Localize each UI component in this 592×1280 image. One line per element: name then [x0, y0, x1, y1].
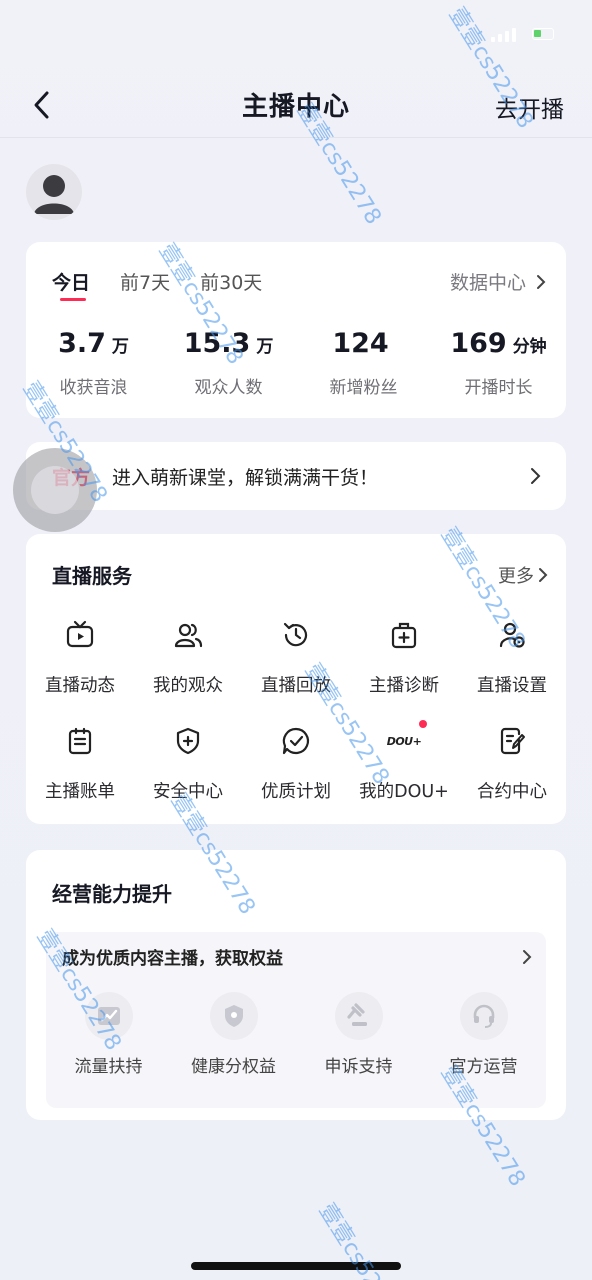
metric-sound-waves[interactable]: 3.7 万 收获音浪	[26, 328, 161, 398]
panel-subtitle: 成为优质内容主播，获取权益	[62, 949, 283, 969]
bill-icon	[68, 727, 92, 755]
data-center-label: 数据中心	[449, 272, 526, 294]
metric-new-fans[interactable]: 124 新增粉丝	[296, 328, 431, 398]
metric-label: 观众人数	[194, 378, 263, 398]
service-label: 主播诊断	[369, 676, 439, 696]
check-chat-icon	[282, 727, 310, 755]
perk-label: 申诉支持	[324, 1057, 393, 1077]
tab-today[interactable]: 今日	[52, 268, 90, 301]
service-contract-center[interactable]: 合约中心	[458, 724, 566, 830]
metric-unit: 万	[256, 337, 274, 357]
perk-label: 健康分权益	[191, 1057, 276, 1077]
default-avatar-icon	[34, 175, 74, 214]
perk-traffic-support[interactable]: 流量扶持	[46, 992, 171, 1077]
metric-label: 新增粉丝	[329, 378, 398, 398]
service-label: 合约中心	[477, 782, 547, 802]
banner-text: 进入萌新课堂，解锁满满干货！	[112, 466, 379, 489]
service-label: 直播回放	[261, 676, 331, 696]
more-link[interactable]: 更多	[498, 562, 548, 588]
replay-icon	[283, 622, 308, 647]
chevron-right-icon	[539, 567, 548, 582]
gavel-icon	[346, 1003, 367, 1026]
page-title: 主播中心	[241, 92, 350, 122]
chevron-right-icon	[531, 468, 541, 484]
tab-7-days[interactable]: 前7天	[120, 268, 170, 295]
service-my-audience[interactable]: 我的观众	[134, 618, 242, 724]
perk-label: 流量扶持	[74, 1057, 143, 1077]
service-security-center[interactable]: 安全中心	[134, 724, 242, 830]
users-icon	[174, 623, 203, 648]
service-live-settings[interactable]: 直播设置	[458, 618, 566, 724]
service-streamer-diagnosis[interactable]: 主播诊断	[350, 618, 458, 724]
service-label: 主播账单	[45, 782, 115, 802]
chevron-right-icon	[537, 274, 546, 289]
service-label: 安全中心	[153, 782, 223, 802]
perk-health-score[interactable]: 健康分权益	[171, 992, 296, 1077]
metric-viewers[interactable]: 15.3 万 观众人数	[161, 328, 296, 398]
user-settings-icon	[499, 622, 525, 648]
service-label: 直播设置	[477, 676, 547, 696]
data-center-link[interactable]: 数据中心	[450, 268, 546, 295]
service-label: 直播动态	[45, 676, 115, 696]
signal-icon	[491, 28, 516, 42]
metric-live-duration[interactable]: 169 分钟 开播时长	[431, 328, 566, 398]
perk-official-operations[interactable]: 官方运营	[421, 992, 546, 1077]
official-banner[interactable]: 官方 进入萌新课堂，解锁满满干货！	[26, 442, 566, 510]
headset-icon	[473, 1004, 494, 1028]
service-label: 优质计划	[261, 782, 331, 802]
service-quality-plan[interactable]: 优质计划	[242, 724, 350, 830]
metric-unit: 分钟	[512, 337, 547, 357]
metric-unit: 万	[111, 337, 129, 357]
tv-icon	[66, 620, 94, 648]
business-ability-card: 经营能力提升 成为优质内容主播，获取权益 流量扶持 健康分权益 申诉支持 官方运…	[26, 850, 566, 1120]
live-services-card: 直播服务 更多 直播动态 我的观众 直播回放 主播诊断 直播设置 主播账单 安全…	[26, 534, 566, 824]
more-label: 更多	[498, 565, 534, 587]
section-title: 直播服务	[52, 564, 132, 588]
health-shield-icon	[224, 1005, 243, 1027]
shield-icon	[176, 727, 200, 755]
go-live-button[interactable]: 去开播	[495, 90, 564, 124]
metric-value: 124	[332, 328, 389, 359]
status-bar	[0, 0, 592, 72]
dou-plus-icon: DOU+	[386, 734, 422, 748]
battery-icon	[532, 28, 554, 40]
traffic-icon	[97, 1007, 120, 1025]
service-streamer-bill[interactable]: 主播账单	[26, 724, 134, 830]
perk-label: 官方运营	[449, 1057, 518, 1077]
service-label: 我的DOU+	[359, 782, 449, 802]
stats-card: 今日 前7天 前30天 数据中心 3.7 万 收获音浪 15.3 万 观众人数 12…	[26, 242, 566, 418]
avatar[interactable]	[26, 164, 82, 220]
service-my-dou-plus[interactable]: DOU+ 我的DOU+	[350, 720, 458, 830]
medkit-icon	[391, 622, 417, 649]
service-live-replay[interactable]: 直播回放	[242, 618, 350, 724]
nav-bar: 主播中心 去开播	[0, 72, 592, 138]
service-label: 我的观众	[153, 676, 223, 696]
metric-label: 开播时长	[464, 378, 533, 398]
floating-assistive-button[interactable]	[13, 448, 97, 532]
home-indicator[interactable]	[191, 1262, 401, 1270]
metric-label: 收获音浪	[59, 378, 128, 398]
metric-value: 15.3	[183, 328, 251, 359]
back-arrow-icon[interactable]	[28, 90, 58, 120]
section-title: 经营能力提升	[52, 882, 172, 906]
chevron-right-icon	[523, 949, 532, 964]
tab-30-days[interactable]: 前30天	[200, 268, 262, 295]
perk-appeal-support[interactable]: 申诉支持	[296, 992, 421, 1077]
service-live-feed[interactable]: 直播动态	[26, 618, 134, 724]
metric-value: 169	[450, 328, 507, 359]
notification-dot	[419, 720, 427, 728]
quality-streamer-panel[interactable]: 成为优质内容主播，获取权益 流量扶持 健康分权益 申诉支持 官方运营	[46, 932, 546, 1108]
metric-value: 3.7	[58, 328, 106, 359]
contract-icon	[500, 727, 525, 755]
